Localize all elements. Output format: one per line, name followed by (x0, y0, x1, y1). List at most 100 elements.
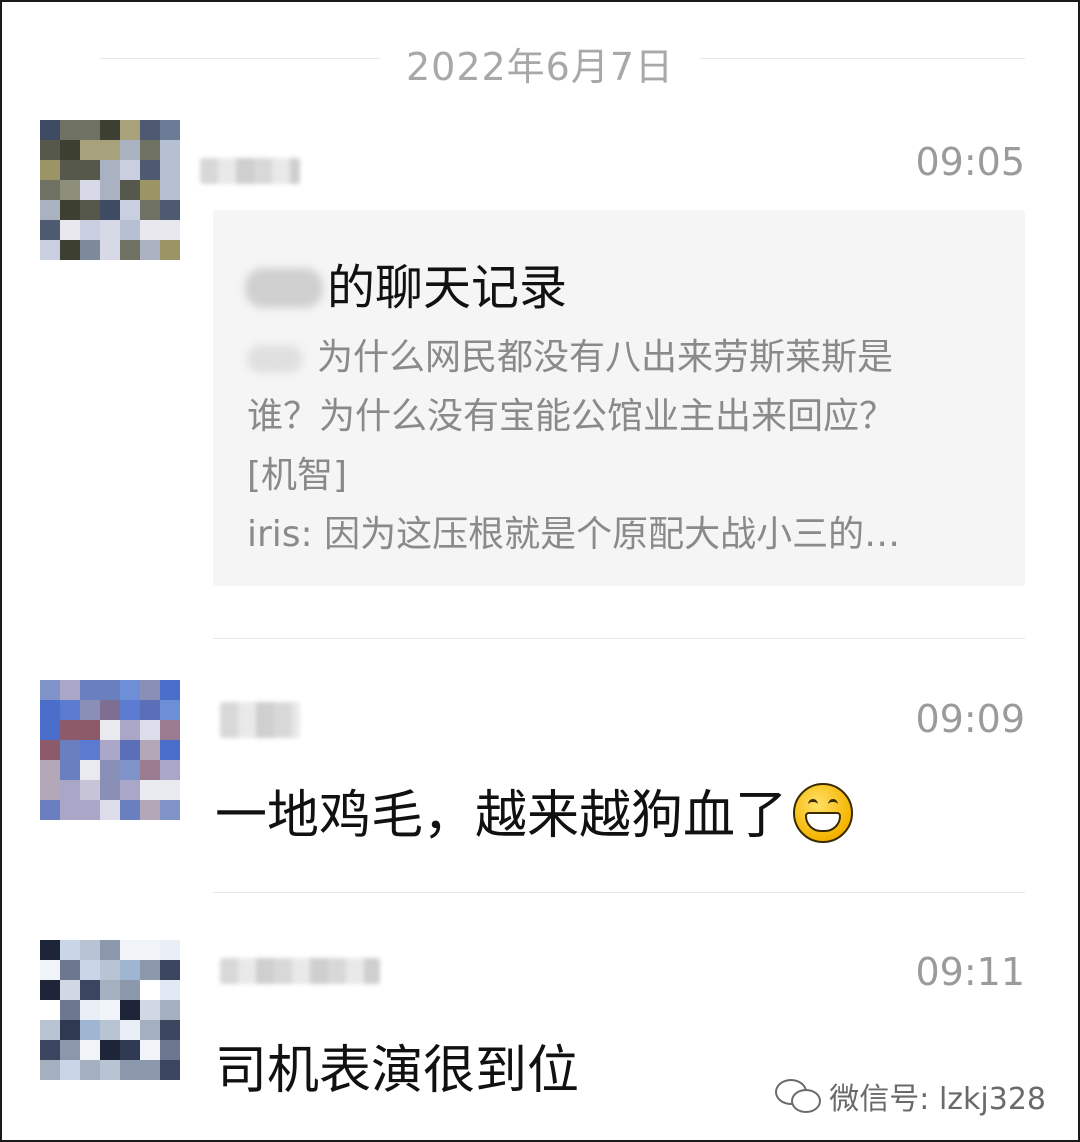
avatar-pixel (140, 220, 160, 240)
avatar-pixel (80, 680, 100, 700)
chat-record-card[interactable]: 的聊天记录 为什么网民都没有八出来劳斯莱斯是 谁？为什么没有宝能公馆业主出来回应… (213, 210, 1025, 586)
card-title: 的聊天记录 (245, 248, 567, 318)
avatar-pixel (100, 240, 120, 260)
avatar-pixel (40, 220, 60, 240)
avatar-pixel (120, 760, 140, 780)
avatar-pixel (120, 120, 140, 140)
avatar-pixel (140, 1000, 160, 1020)
avatar-pixel (80, 200, 100, 220)
avatar-pixel (80, 1060, 100, 1080)
avatar-pixel (160, 160, 180, 180)
avatar[interactable] (40, 680, 180, 820)
avatar-pixel (140, 980, 160, 1000)
avatar-pixel (40, 780, 60, 800)
avatar-pixel (60, 160, 80, 180)
card-preview-line: [机智] (247, 455, 348, 496)
avatar-pixel (160, 1040, 180, 1060)
avatar-pixel (80, 120, 100, 140)
avatar-pixel (60, 720, 80, 740)
avatar-pixel (160, 980, 180, 1000)
message-separator (213, 638, 1025, 639)
avatar-pixel (140, 700, 160, 720)
avatar-pixel (60, 700, 80, 720)
avatar-pixel (120, 180, 140, 200)
avatar-pixel (60, 220, 80, 240)
message-time: 09:11 (915, 950, 1025, 994)
avatar-pixel (100, 960, 120, 980)
avatar-pixel (120, 700, 140, 720)
wechat-icon (775, 1079, 822, 1113)
avatar-pixel (80, 780, 100, 800)
avatar-pixel (80, 160, 100, 180)
avatar-pixel (140, 140, 160, 160)
message-separator (213, 892, 1025, 893)
sender-name-redacted (220, 958, 380, 984)
avatar-pixel (100, 120, 120, 140)
avatar-pixel (100, 200, 120, 220)
avatar-pixel (40, 1040, 60, 1060)
avatar-pixel (160, 780, 180, 800)
avatar-pixel (60, 240, 80, 260)
avatar-pixel (120, 160, 140, 180)
date-label: 2022年6月7日 (405, 45, 675, 89)
avatar-pixel (160, 180, 180, 200)
message-text[interactable]: 一地鸡毛，越来越狗血了 (215, 773, 854, 848)
avatar-pixel (80, 1000, 100, 1020)
avatar-pixel (40, 960, 60, 980)
avatar-pixel (100, 800, 120, 820)
message-text[interactable]: 司机表演很到位 (215, 1028, 579, 1103)
avatar-pixel (80, 980, 100, 1000)
avatar-pixel (100, 940, 120, 960)
avatar-pixel (40, 720, 60, 740)
card-preview-line: 谁？为什么没有宝能公馆业主出来回应？ (247, 396, 896, 437)
avatar-pixel (160, 240, 180, 260)
avatar-pixel (80, 700, 100, 720)
avatar-pixel (160, 960, 180, 980)
avatar-pixel (60, 140, 80, 160)
avatar-pixel (120, 1020, 140, 1040)
divider-line-right (700, 58, 1025, 59)
avatar-pixel (40, 160, 60, 180)
avatar-pixel (100, 1000, 120, 1020)
avatar-pixel (40, 200, 60, 220)
watermark-text: 微信号: lzkj328 (829, 1082, 1046, 1117)
avatar-pixel (140, 800, 160, 820)
avatar-pixel (120, 1060, 140, 1080)
grinning-face-icon (793, 783, 854, 843)
avatar-pixel (100, 220, 120, 240)
avatar-pixel (140, 1020, 160, 1040)
sender-name-redacted (220, 702, 300, 738)
date-divider: 2022年6月7日 (0, 36, 1080, 89)
avatar-pixel (160, 740, 180, 760)
avatar-pixel (100, 740, 120, 760)
avatar-pixel (120, 680, 140, 700)
avatar-pixel (160, 140, 180, 160)
avatar-pixel (80, 1040, 100, 1060)
avatar-pixel (40, 240, 60, 260)
avatar-pixel (40, 760, 60, 780)
avatar-pixel (60, 740, 80, 760)
avatar-pixel (100, 160, 120, 180)
avatar-pixel (40, 1020, 60, 1040)
avatar-pixel (140, 740, 160, 760)
avatar-pixel (60, 760, 80, 780)
avatar-pixel (80, 240, 100, 260)
avatar-pixel (40, 800, 60, 820)
avatar[interactable] (40, 940, 180, 1080)
avatar-pixel (40, 120, 60, 140)
avatar-pixel (160, 680, 180, 700)
avatar[interactable] (40, 120, 180, 260)
avatar-pixel (100, 780, 120, 800)
avatar-pixel (140, 960, 160, 980)
avatar-pixel (80, 1020, 100, 1040)
avatar-pixel (60, 960, 80, 980)
preview-sender-redacted (247, 345, 303, 373)
avatar-pixel (80, 940, 100, 960)
avatar-pixel (60, 800, 80, 820)
avatar-pixel (60, 120, 80, 140)
sender-name-redacted (200, 158, 300, 184)
avatar-pixel (60, 1000, 80, 1020)
avatar-pixel (120, 960, 140, 980)
avatar-pixel (120, 940, 140, 960)
card-preview-lines: 为什么网民都没有八出来劳斯莱斯是 谁？为什么没有宝能公馆业主出来回应？ [机智]… (247, 328, 1007, 564)
